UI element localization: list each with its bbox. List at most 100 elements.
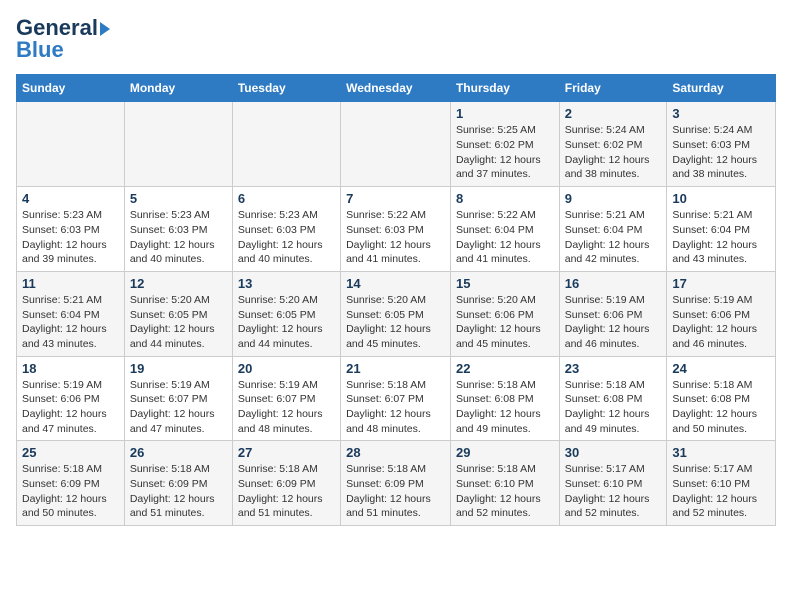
day-details: Sunrise: 5:21 AM Sunset: 6:04 PM Dayligh… [22,293,119,352]
logo-text-blue: Blue [16,38,64,62]
day-number: 12 [130,276,227,291]
calendar-cell: 18 Sunrise: 5:19 AM Sunset: 6:06 PM Dayli… [17,356,125,441]
day-number: 22 [456,361,554,376]
day-number: 8 [456,191,554,206]
day-number: 26 [130,445,227,460]
day-details: Sunrise: 5:21 AM Sunset: 6:04 PM Dayligh… [565,208,662,267]
day-number: 19 [130,361,227,376]
calendar-cell: 21 Sunrise: 5:18 AM Sunset: 6:07 PM Dayli… [341,356,451,441]
day-details: Sunrise: 5:17 AM Sunset: 6:10 PM Dayligh… [672,462,770,521]
day-number: 30 [565,445,662,460]
calendar-cell [17,102,125,187]
day-number: 25 [22,445,119,460]
day-details: Sunrise: 5:19 AM Sunset: 6:06 PM Dayligh… [565,293,662,352]
weekday-header-wednesday: Wednesday [341,75,451,102]
day-number: 31 [672,445,770,460]
day-number: 9 [565,191,662,206]
calendar-week-2: 4 Sunrise: 5:23 AM Sunset: 6:03 PM Daylig… [17,187,776,272]
day-details: Sunrise: 5:17 AM Sunset: 6:10 PM Dayligh… [565,462,662,521]
day-number: 20 [238,361,335,376]
logo: General Blue [16,16,110,62]
calendar-cell: 20 Sunrise: 5:19 AM Sunset: 6:07 PM Dayli… [232,356,340,441]
calendar-cell: 9 Sunrise: 5:21 AM Sunset: 6:04 PM Daylig… [559,187,667,272]
day-number: 14 [346,276,445,291]
day-details: Sunrise: 5:24 AM Sunset: 6:02 PM Dayligh… [565,123,662,182]
day-details: Sunrise: 5:20 AM Sunset: 6:05 PM Dayligh… [130,293,227,352]
calendar-cell: 3Sunrise: 5:24 AM Sunset: 6:03 PM Daylig… [667,102,776,187]
day-number: 17 [672,276,770,291]
day-details: Sunrise: 5:25 AM Sunset: 6:02 PM Dayligh… [456,123,554,182]
day-details: Sunrise: 5:18 AM Sunset: 6:09 PM Dayligh… [346,462,445,521]
calendar-cell: 28 Sunrise: 5:18 AM Sunset: 6:09 PM Dayli… [341,441,451,526]
calendar-cell: 6 Sunrise: 5:23 AM Sunset: 6:03 PM Daylig… [232,187,340,272]
calendar-cell [341,102,451,187]
day-number: 18 [22,361,119,376]
weekday-header-monday: Monday [124,75,232,102]
calendar-cell: 15Sunrise: 5:20 AM Sunset: 6:06 PM Dayli… [450,271,559,356]
day-details: Sunrise: 5:20 AM Sunset: 6:05 PM Dayligh… [238,293,335,352]
calendar-cell [124,102,232,187]
day-details: Sunrise: 5:18 AM Sunset: 6:09 PM Dayligh… [22,462,119,521]
day-details: Sunrise: 5:18 AM Sunset: 6:09 PM Dayligh… [238,462,335,521]
day-details: Sunrise: 5:18 AM Sunset: 6:08 PM Dayligh… [672,378,770,437]
day-details: Sunrise: 5:18 AM Sunset: 6:09 PM Dayligh… [130,462,227,521]
day-number: 29 [456,445,554,460]
day-details: Sunrise: 5:19 AM Sunset: 6:07 PM Dayligh… [238,378,335,437]
day-details: Sunrise: 5:23 AM Sunset: 6:03 PM Dayligh… [22,208,119,267]
calendar-week-1: 1 Sunrise: 5:25 AM Sunset: 6:02 PM Daylig… [17,102,776,187]
calendar-cell: 12 Sunrise: 5:20 AM Sunset: 6:05 PM Dayli… [124,271,232,356]
calendar-cell: 31 Sunrise: 5:17 AM Sunset: 6:10 PM Dayli… [667,441,776,526]
calendar-cell: 7Sunrise: 5:22 AM Sunset: 6:03 PM Daylig… [341,187,451,272]
calendar-cell [232,102,340,187]
day-number: 4 [22,191,119,206]
calendar-cell: 8Sunrise: 5:22 AM Sunset: 6:04 PM Daylig… [450,187,559,272]
day-details: Sunrise: 5:22 AM Sunset: 6:03 PM Dayligh… [346,208,445,267]
day-number: 23 [565,361,662,376]
page-header: General Blue [16,16,776,62]
day-details: Sunrise: 5:18 AM Sunset: 6:10 PM Dayligh… [456,462,554,521]
day-details: Sunrise: 5:20 AM Sunset: 6:06 PM Dayligh… [456,293,554,352]
weekday-header-saturday: Saturday [667,75,776,102]
day-number: 11 [22,276,119,291]
day-number: 2 [565,106,662,121]
calendar-week-5: 25 Sunrise: 5:18 AM Sunset: 6:09 PM Dayli… [17,441,776,526]
day-number: 1 [456,106,554,121]
weekday-header-sunday: Sunday [17,75,125,102]
calendar-cell: 22 Sunrise: 5:18 AM Sunset: 6:08 PM Dayli… [450,356,559,441]
day-details: Sunrise: 5:18 AM Sunset: 6:08 PM Dayligh… [456,378,554,437]
day-number: 10 [672,191,770,206]
calendar-body: 1 Sunrise: 5:25 AM Sunset: 6:02 PM Daylig… [17,102,776,526]
calendar-cell: 14 Sunrise: 5:20 AM Sunset: 6:05 PM Dayli… [341,271,451,356]
calendar-cell: 4 Sunrise: 5:23 AM Sunset: 6:03 PM Daylig… [17,187,125,272]
day-details: Sunrise: 5:18 AM Sunset: 6:08 PM Dayligh… [565,378,662,437]
day-details: Sunrise: 5:21 AM Sunset: 6:04 PM Dayligh… [672,208,770,267]
day-details: Sunrise: 5:19 AM Sunset: 6:06 PM Dayligh… [22,378,119,437]
calendar-cell: 16Sunrise: 5:19 AM Sunset: 6:06 PM Dayli… [559,271,667,356]
calendar-cell: 17 Sunrise: 5:19 AM Sunset: 6:06 PM Dayli… [667,271,776,356]
day-number: 24 [672,361,770,376]
day-number: 28 [346,445,445,460]
calendar-cell: 11 Sunrise: 5:21 AM Sunset: 6:04 PM Dayli… [17,271,125,356]
day-number: 13 [238,276,335,291]
calendar-week-4: 18 Sunrise: 5:19 AM Sunset: 6:06 PM Dayli… [17,356,776,441]
calendar-cell: 13 Sunrise: 5:20 AM Sunset: 6:05 PM Dayli… [232,271,340,356]
day-details: Sunrise: 5:19 AM Sunset: 6:06 PM Dayligh… [672,293,770,352]
day-number: 6 [238,191,335,206]
weekday-header-tuesday: Tuesday [232,75,340,102]
calendar-cell: 25 Sunrise: 5:18 AM Sunset: 6:09 PM Dayli… [17,441,125,526]
calendar-cell: 26 Sunrise: 5:18 AM Sunset: 6:09 PM Dayli… [124,441,232,526]
calendar-week-3: 11 Sunrise: 5:21 AM Sunset: 6:04 PM Dayli… [17,271,776,356]
day-number: 27 [238,445,335,460]
day-details: Sunrise: 5:23 AM Sunset: 6:03 PM Dayligh… [238,208,335,267]
day-number: 5 [130,191,227,206]
calendar-cell: 27 Sunrise: 5:18 AM Sunset: 6:09 PM Dayli… [232,441,340,526]
day-details: Sunrise: 5:20 AM Sunset: 6:05 PM Dayligh… [346,293,445,352]
day-details: Sunrise: 5:18 AM Sunset: 6:07 PM Dayligh… [346,378,445,437]
day-number: 21 [346,361,445,376]
calendar-cell: 10 Sunrise: 5:21 AM Sunset: 6:04 PM Dayli… [667,187,776,272]
calendar-cell: 1 Sunrise: 5:25 AM Sunset: 6:02 PM Daylig… [450,102,559,187]
weekday-header-thursday: Thursday [450,75,559,102]
calendar-table: SundayMondayTuesdayWednesdayThursdayFrid… [16,74,776,526]
day-number: 3 [672,106,770,121]
calendar-cell: 29 Sunrise: 5:18 AM Sunset: 6:10 PM Dayli… [450,441,559,526]
